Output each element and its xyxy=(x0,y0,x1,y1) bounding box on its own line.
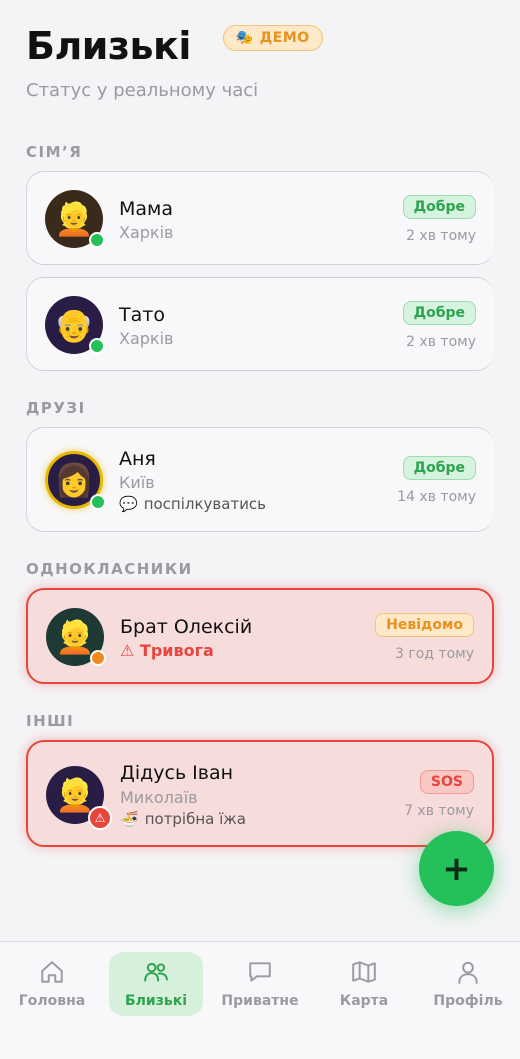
contact-card-anya[interactable]: 👩 Аня Київ 💬 поспілкуватись Добре 14 хв … xyxy=(26,427,494,532)
contact-card-grandpa[interactable]: 👱 ⚠ Дідусь Іван Миколаїв 🍜 потрібна їжа … xyxy=(26,740,494,847)
contact-name: Тато xyxy=(119,304,165,326)
tab-profile[interactable]: Профіль xyxy=(421,952,515,1016)
people-icon xyxy=(144,962,168,982)
demo-badge: 🎭 ДЕМО xyxy=(222,25,323,51)
section-label-family: СІМ’Я xyxy=(26,143,83,161)
avatar-emoji: 👱 xyxy=(55,776,95,814)
status-badge: Добре xyxy=(402,195,476,219)
chat-icon xyxy=(249,962,271,982)
note-text: потрібна їжа xyxy=(144,810,246,828)
bottom-tab-bar: Головна Близькі Приватне Карта Профіль xyxy=(0,941,520,1059)
tab-map[interactable]: Карта xyxy=(317,952,411,1016)
contact-note: 🍜 потрібна їжа xyxy=(120,810,246,828)
tab-private[interactable]: Приватне xyxy=(213,952,307,1016)
avatar-emoji: 👱 xyxy=(55,618,95,656)
page-subtitle: Статус у реальному часі xyxy=(26,80,259,101)
alarm-label: ⚠ Тривога xyxy=(120,641,214,660)
contact-name: Дідусь Іван xyxy=(120,762,234,784)
section-label-friends: ДРУЗІ xyxy=(26,399,86,417)
last-update-time: 3 год тому xyxy=(395,646,474,662)
contact-city: Харків xyxy=(119,329,174,348)
contact-name: Брат Олексій xyxy=(120,616,253,638)
avatar: 👱 xyxy=(45,190,105,248)
contact-city: Миколаїв xyxy=(120,788,198,807)
home-icon xyxy=(41,961,63,983)
avatar-emoji: 👱 xyxy=(54,200,94,238)
speech-bubble-icon: 💬 xyxy=(119,495,138,513)
contact-note: 💬 поспілкуватись xyxy=(119,495,266,513)
tab-label: Близькі xyxy=(124,993,188,1009)
page-title: Близькі xyxy=(26,24,191,68)
unknown-status-dot xyxy=(90,650,106,666)
add-contact-button[interactable]: + xyxy=(419,831,494,906)
tab-label: Головна xyxy=(18,993,86,1009)
contact-card-brother[interactable]: 👱 Брат Олексій ⚠ Тривога Невідомо 3 год … xyxy=(26,588,494,684)
theater-masks-icon: 🎭 xyxy=(235,30,254,46)
online-status-dot xyxy=(89,338,105,354)
warning-icon: ⚠ xyxy=(88,806,112,830)
section-label-others: ІНШІ xyxy=(26,712,75,730)
contact-city: Київ xyxy=(119,473,155,492)
last-update-time: 7 хв тому xyxy=(404,803,474,819)
last-update-time: 2 хв тому xyxy=(406,228,476,244)
avatar: 👱 xyxy=(46,608,106,666)
tab-label: Профіль xyxy=(433,993,503,1009)
contact-name: Аня xyxy=(119,448,156,470)
section-label-classmates: ОДНОКЛАСНИКИ xyxy=(26,560,193,578)
contact-card-dad[interactable]: 👴 Тато Харків Добре 2 хв тому xyxy=(26,277,494,371)
online-status-dot xyxy=(90,494,106,510)
tab-label: Карта xyxy=(339,993,389,1009)
avatar: 👴 xyxy=(45,296,105,354)
noodle-bowl-icon: 🍜 xyxy=(120,810,139,828)
online-status-dot xyxy=(89,232,105,248)
header: Близькі 🎭 ДЕМО Статус у реальному часі xyxy=(26,22,494,101)
status-badge: Добре xyxy=(402,301,476,325)
status-badge: Добре xyxy=(402,456,476,480)
last-update-time: 2 хв тому xyxy=(406,334,476,350)
status-badge: SOS xyxy=(419,770,474,794)
last-update-time: 14 хв тому xyxy=(397,489,476,505)
contact-card-mom[interactable]: 👱 Мама Харків Добре 2 хв тому xyxy=(26,171,494,265)
contact-name: Мама xyxy=(119,198,174,220)
avatar: 👱 ⚠ xyxy=(46,766,112,830)
avatar-emoji: 👴 xyxy=(54,306,94,344)
tab-home[interactable]: Головна xyxy=(5,952,99,1016)
tab-label: Приватне xyxy=(221,993,299,1009)
avatar: 👩 xyxy=(45,451,106,510)
profile-icon xyxy=(458,961,478,984)
contact-city: Харків xyxy=(119,223,174,242)
status-badge: Невідомо xyxy=(375,613,474,637)
note-text: поспілкуватись xyxy=(143,495,267,513)
tab-contacts[interactable]: Близькі xyxy=(109,952,203,1016)
map-icon xyxy=(352,961,376,983)
avatar-emoji: 👩 xyxy=(54,461,94,499)
demo-badge-label: ДЕМО xyxy=(259,30,310,46)
